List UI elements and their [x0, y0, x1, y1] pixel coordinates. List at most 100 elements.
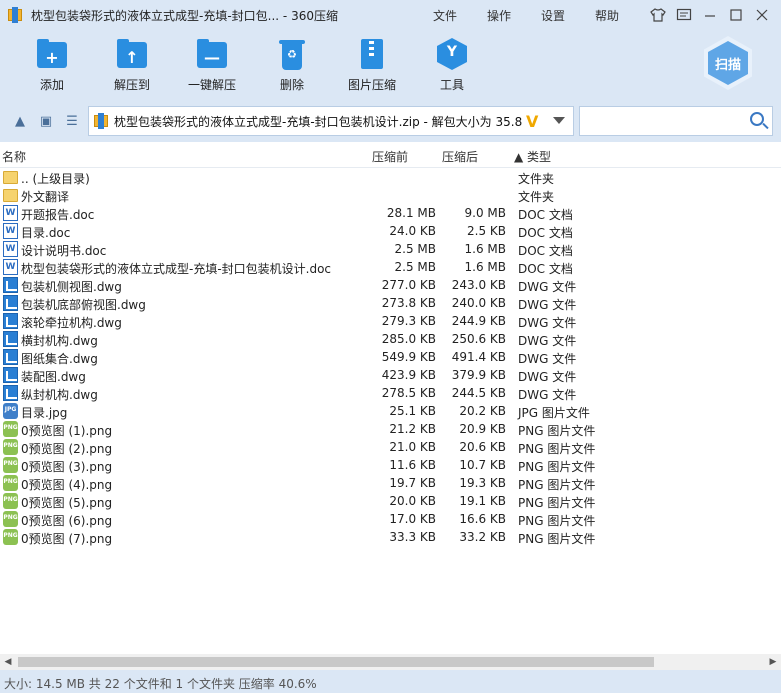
- file-row[interactable]: 目录.doc 24.0 KB 2.5 KB DOC 文档: [0, 222, 781, 240]
- column-compressed[interactable]: 压缩后: [442, 148, 478, 165]
- file-size-after: 1.6 MB: [464, 242, 506, 256]
- file-name: .. (上级目录): [21, 172, 90, 186]
- horizontal-scrollbar[interactable]: ◀ ▶: [0, 654, 781, 670]
- menu-help[interactable]: 帮助: [595, 7, 619, 24]
- skin-icon[interactable]: [645, 2, 671, 28]
- address-bar[interactable]: 枕型包装袋形式的液体立式成型-充填-封口包装机设计.zip - 解包大小为 35…: [88, 106, 574, 136]
- file-type: 文件夹: [518, 172, 555, 186]
- thumbnail-view-icon[interactable]: ▣: [38, 114, 54, 130]
- file-row[interactable]: 设计说明书.doc 2.5 MB 1.6 MB DOC 文档: [0, 240, 781, 258]
- file-row[interactable]: .. (上级目录) 文件夹: [0, 168, 781, 186]
- extract-to-button[interactable]: ↑ 解压到: [92, 34, 172, 98]
- status-text: 大小: 14.5 MB 共 22 个文件和 1 个文件夹 压缩率 40.6%: [4, 677, 317, 691]
- chevron-down-icon[interactable]: [553, 117, 565, 124]
- file-size-before: 25.1 KB: [389, 404, 436, 418]
- file-name: 目录.doc: [21, 226, 71, 240]
- list-view-icon[interactable]: ☰: [64, 114, 80, 130]
- file-row[interactable]: 开题报告.doc 28.1 MB 9.0 MB DOC 文档: [0, 204, 781, 222]
- search-icon[interactable]: [750, 112, 764, 126]
- one-click-extract-button[interactable]: — 一键解压: [172, 34, 252, 98]
- png-file-icon: [3, 475, 18, 491]
- file-size-after: 19.3 KB: [459, 476, 506, 490]
- up-arrow-icon[interactable]: ▲: [12, 114, 28, 130]
- file-size-before: 2.5 MB: [394, 260, 436, 274]
- image-compress-button[interactable]: 图片压缩: [332, 34, 412, 98]
- file-size-before: 28.1 MB: [386, 206, 436, 220]
- file-row[interactable]: 0预览图 (2).png 21.0 KB 20.6 KB PNG 图片文件: [0, 438, 781, 456]
- file-row[interactable]: 0预览图 (1).png 21.2 KB 20.9 KB PNG 图片文件: [0, 420, 781, 438]
- tools-label: 工具: [439, 78, 464, 92]
- menu-file[interactable]: 文件: [433, 7, 457, 24]
- file-size-before: 20.0 KB: [389, 494, 436, 508]
- add-button[interactable]: + 添加: [12, 34, 92, 98]
- list-header: 名称 压缩前 压缩后 ▲ 类型: [0, 142, 781, 168]
- file-type: DWG 文件: [518, 370, 577, 384]
- file-row[interactable]: 装配图.dwg 423.9 KB 379.9 KB DWG 文件: [0, 366, 781, 384]
- file-size-after: 9.0 MB: [464, 206, 506, 220]
- folder-file-icon: [3, 171, 18, 184]
- file-row[interactable]: 枕型包装袋形式的液体立式成型-充填-封口包装机设计.doc 2.5 MB 1.6 M…: [0, 258, 781, 276]
- file-row[interactable]: 0预览图 (5).png 20.0 KB 19.1 KB PNG 图片文件: [0, 492, 781, 510]
- scroll-left-icon[interactable]: ◀: [0, 654, 16, 670]
- file-size-after: 491.4 KB: [451, 350, 506, 364]
- file-name: 枕型包装袋形式的液体立式成型-充填-封口包装机设计.doc: [21, 262, 332, 276]
- file-name: 目录.jpg: [21, 406, 68, 420]
- png-file-icon: [3, 511, 18, 527]
- window-controls: [645, 0, 775, 30]
- column-type[interactable]: ▲ 类型: [514, 148, 551, 165]
- png-file-icon: [3, 493, 18, 509]
- menu-operation[interactable]: 操作: [487, 7, 511, 24]
- file-size-before: 549.9 KB: [381, 350, 436, 364]
- file-row[interactable]: 目录.jpg 25.1 KB 20.2 KB JPG 图片文件: [0, 402, 781, 420]
- file-name: 图纸集合.dwg: [21, 352, 98, 366]
- scrollbar-thumb[interactable]: [18, 657, 654, 667]
- file-type: JPG 图片文件: [518, 406, 590, 420]
- doc-file-icon: [3, 259, 18, 275]
- file-name: 0预览图 (7).png: [21, 532, 113, 546]
- tools-button[interactable]: Y 工具: [412, 34, 492, 98]
- file-row[interactable]: 纵封机构.dwg 278.5 KB 244.5 KB DWG 文件: [0, 384, 781, 402]
- file-size-after: 240.0 KB: [451, 296, 506, 310]
- file-name: 0预览图 (5).png: [21, 496, 113, 510]
- file-size-before: 2.5 MB: [394, 242, 436, 256]
- search-input[interactable]: [579, 106, 773, 136]
- file-size-before: 21.0 KB: [389, 440, 436, 454]
- file-name: 滚轮牵拉机构.dwg: [21, 316, 122, 330]
- title-bar: 枕型包装袋形式的液体立式成型-充填-封口包... - 360压缩 文件 操作 设…: [0, 0, 781, 30]
- file-row[interactable]: 0预览图 (7).png 33.3 KB 33.2 KB PNG 图片文件: [0, 528, 781, 546]
- file-rows: .. (上级目录)文件夹外文翻译文件夹开题报告.doc28.1 MB9.0 MB…: [0, 168, 781, 546]
- maximize-icon[interactable]: [723, 2, 749, 28]
- file-size-before: 21.2 KB: [389, 422, 436, 436]
- file-size-after: 379.9 KB: [451, 368, 506, 382]
- file-size-after: 243.0 KB: [451, 278, 506, 292]
- file-row[interactable]: 横封机构.dwg 285.0 KB 250.6 KB DWG 文件: [0, 330, 781, 348]
- file-name: 0预览图 (3).png: [21, 460, 113, 474]
- file-type: DWG 文件: [518, 316, 577, 330]
- close-icon[interactable]: [749, 2, 775, 28]
- column-name[interactable]: 名称: [2, 148, 26, 165]
- file-row[interactable]: 图纸集合.dwg 549.9 KB 491.4 KB DWG 文件: [0, 348, 781, 366]
- file-row[interactable]: 0预览图 (4).png 19.7 KB 19.3 KB PNG 图片文件: [0, 474, 781, 492]
- scroll-right-icon[interactable]: ▶: [765, 654, 781, 670]
- menu-settings[interactable]: 设置: [541, 7, 565, 24]
- feedback-icon[interactable]: [671, 2, 697, 28]
- dwg-file-icon: [3, 385, 18, 401]
- file-row[interactable]: 包装机底部俯视图.dwg 273.8 KB 240.0 KB DWG 文件: [0, 294, 781, 312]
- file-type: PNG 图片文件: [518, 532, 596, 546]
- file-row[interactable]: 0预览图 (6).png 17.0 KB 16.6 KB PNG 图片文件: [0, 510, 781, 528]
- column-packed[interactable]: 压缩前: [372, 148, 408, 165]
- file-row[interactable]: 外文翻译 文件夹: [0, 186, 781, 204]
- file-row[interactable]: 0预览图 (3).png 11.6 KB 10.7 KB PNG 图片文件: [0, 456, 781, 474]
- minimize-icon[interactable]: [697, 2, 723, 28]
- extract-folder-icon: ↑: [115, 38, 149, 72]
- file-name: 包装机侧视图.dwg: [21, 280, 122, 294]
- file-list: 名称 压缩前 压缩后 ▲ 类型 .. (上级目录)文件夹外文翻译文件夹开题报告.…: [0, 142, 781, 654]
- delete-button[interactable]: ♻ 删除: [252, 34, 332, 98]
- file-type: DWG 文件: [518, 352, 577, 366]
- file-row[interactable]: 滚轮牵拉机构.dwg 279.3 KB 244.9 KB DWG 文件: [0, 312, 781, 330]
- file-row[interactable]: 包装机侧视图.dwg 277.0 KB 243.0 KB DWG 文件: [0, 276, 781, 294]
- address-row: ▲ ▣ ☰ 枕型包装袋形式的液体立式成型-充填-封口包装机设计.zip - 解包…: [0, 102, 781, 142]
- png-file-icon: [3, 421, 18, 437]
- file-type: DWG 文件: [518, 334, 577, 348]
- file-size-before: 279.3 KB: [381, 314, 436, 328]
